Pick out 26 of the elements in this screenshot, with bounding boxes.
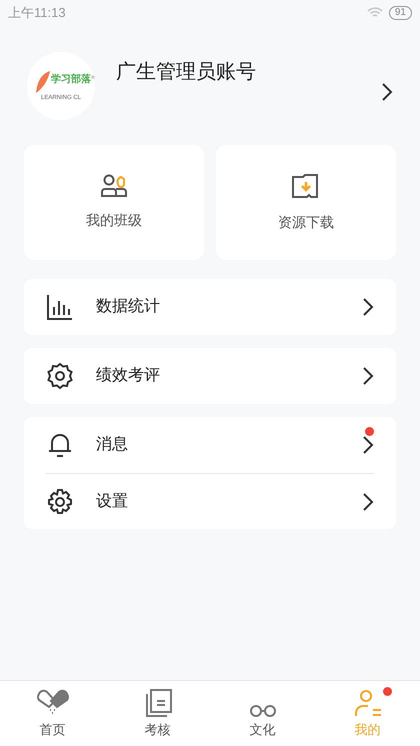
chevron-right-icon <box>381 82 393 102</box>
chevron-right-icon <box>362 435 374 455</box>
battery-indicator: 91 <box>388 6 412 20</box>
account-name: 广生管理员账号 <box>116 60 257 85</box>
shortcut-card[interactable]: 资源下载 <box>216 145 396 260</box>
people-icon <box>100 174 128 198</box>
wifi-icon <box>366 7 383 19</box>
menu-item[interactable]: 绩效考评 <box>46 348 374 404</box>
menu-item[interactable]: 数据统计 <box>46 279 374 335</box>
tab-item[interactable]: 考核 <box>105 681 210 746</box>
chevron-right-icon <box>362 366 374 386</box>
logo-title: 学习部落$^{®}$ <box>51 74 95 86</box>
bell-icon <box>46 431 74 459</box>
rosette-icon <box>46 362 74 390</box>
bar-chart-icon <box>46 293 74 321</box>
menu-item[interactable]: 设置 <box>46 473 374 529</box>
menu-item[interactable]: 消息 <box>46 417 374 473</box>
settings-icon <box>46 488 74 516</box>
chevron-right-icon <box>362 492 374 512</box>
tab-item[interactable]: 文化 <box>210 681 315 746</box>
folder-download-icon <box>291 172 321 200</box>
feather-icon <box>35 70 52 94</box>
status-time: 上午11:13 <box>8 4 66 22</box>
shortcut-card[interactable]: 我的班级 <box>24 145 204 260</box>
chevron-right-icon <box>362 297 374 317</box>
tab-item[interactable]: 首页 <box>0 681 105 746</box>
